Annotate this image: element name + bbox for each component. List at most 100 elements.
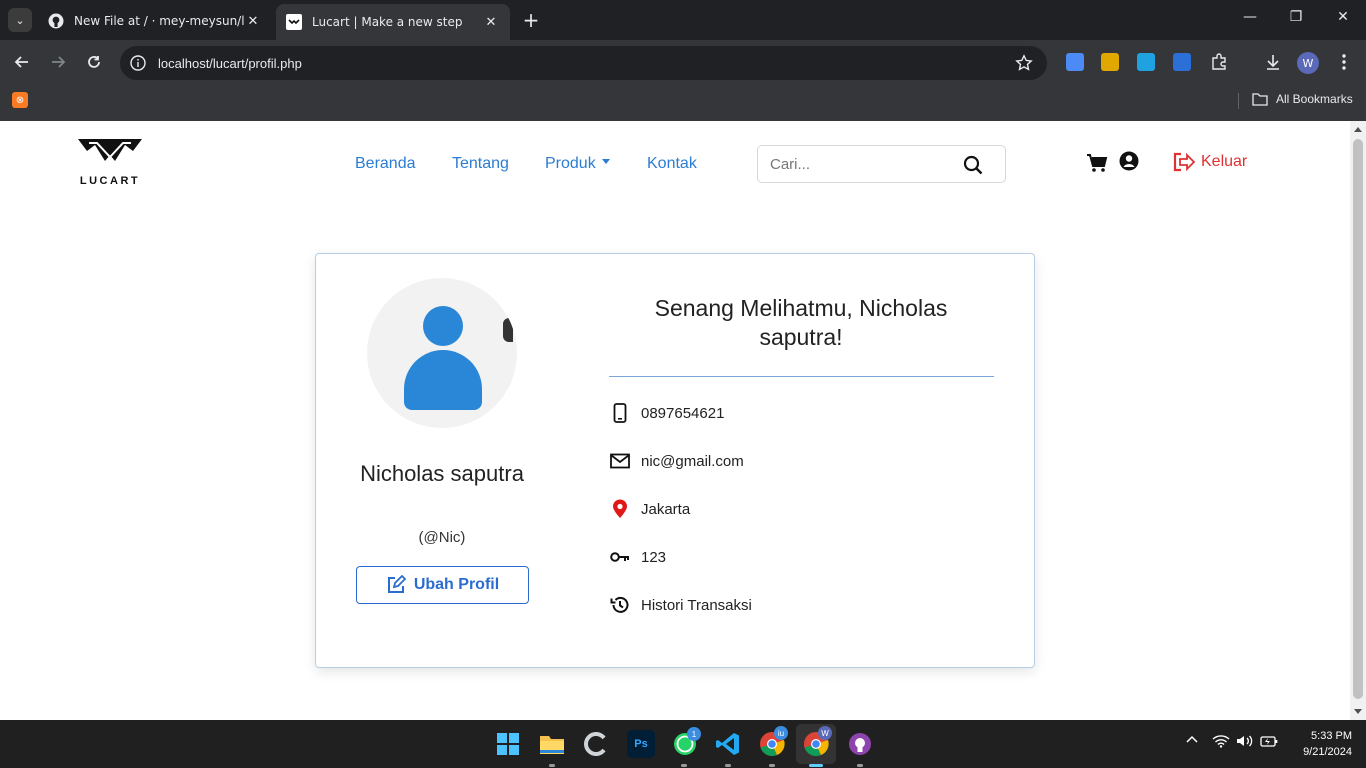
avatar <box>367 278 517 428</box>
lucart-logo-icon <box>78 139 142 161</box>
bookmarks-bar: ⊗ All Bookmarks <box>0 85 1366 121</box>
nav-link-beranda[interactable]: Beranda <box>355 155 416 173</box>
key-icon <box>609 546 631 568</box>
browser-toolbar: localhost/lucart/profil.php <box>0 40 1366 85</box>
search-icon[interactable] <box>963 155 983 175</box>
clock-time: 5:33 PM <box>1311 730 1352 742</box>
cart-icon[interactable] <box>1086 153 1108 173</box>
tab-title: Lucart | Make a new step <box>312 15 463 29</box>
profile-name: Nicholas saputra <box>360 461 524 486</box>
github-desktop-icon[interactable] <box>846 730 874 758</box>
info-row-phone: 0897654621 <box>609 402 724 424</box>
restore-button[interactable]: ❐ <box>1286 9 1306 25</box>
download-icon[interactable] <box>1262 51 1284 73</box>
edit-profile-button[interactable]: Ubah Profil <box>356 566 529 604</box>
forward-button[interactable] <box>47 51 69 73</box>
scroll-up-arrow-icon[interactable] <box>1354 127 1362 132</box>
all-bookmarks-label: All Bookmarks <box>1276 92 1353 106</box>
battery-icon[interactable] <box>1260 734 1278 751</box>
map-pin-icon <box>609 498 631 520</box>
browser-profile-avatar[interactable]: W <box>1297 52 1319 74</box>
file-explorer-icon[interactable] <box>538 730 566 758</box>
volume-icon[interactable] <box>1236 734 1254 751</box>
phone-icon <box>609 402 631 424</box>
address-bar[interactable]: localhost/lucart/profil.php <box>120 46 1047 80</box>
avatar-body <box>404 350 482 410</box>
window-close-button[interactable]: ✕ <box>1333 9 1353 25</box>
close-icon[interactable]: ✕ <box>482 15 500 30</box>
info-row-password: 123 <box>609 546 666 568</box>
info-row-history[interactable]: Histori Transaksi <box>609 594 752 616</box>
nav-dropdown-label: Produk <box>545 155 596 172</box>
folder-icon <box>1252 93 1268 106</box>
search-input[interactable] <box>770 155 950 173</box>
running-indicator <box>769 764 775 767</box>
history-icon <box>609 594 631 616</box>
phone-value: 0897654621 <box>641 404 725 422</box>
windows-start-icon[interactable] <box>494 730 522 758</box>
minimize-button[interactable]: — <box>1240 9 1260 25</box>
user-account-icon[interactable] <box>1119 151 1139 171</box>
github-icon <box>48 13 64 29</box>
browser-tab-bar: ⌄ New File at / · mey-meysun/lucart ✕ Lu… <box>0 0 1366 40</box>
back-button[interactable] <box>11 51 33 73</box>
site-info-icon[interactable] <box>130 55 146 71</box>
extension-icon[interactable] <box>1137 53 1155 71</box>
logout-icon <box>1173 152 1195 172</box>
edit-icon <box>387 575 406 593</box>
tab-title: New File at / · mey-meysun/lucart <box>74 14 244 28</box>
docs-extension-icon[interactable] <box>1066 53 1084 71</box>
running-indicator <box>681 764 687 767</box>
logo-text: LUCART <box>79 175 141 187</box>
clock-date: 9/21/2024 <box>1303 746 1352 758</box>
lucart-favicon-icon <box>286 14 302 30</box>
location-value: Jakarta <box>641 500 691 518</box>
scrollbar-thumb[interactable] <box>1353 139 1363 699</box>
running-indicator <box>725 764 731 767</box>
system-clock[interactable]: 5:33 PM 9/21/2024 <box>1290 728 1352 760</box>
tab-github-new-file[interactable]: New File at / · mey-meysun/lucart ✕ <box>38 6 272 36</box>
bookmark-star-icon[interactable] <box>1015 54 1033 72</box>
close-icon[interactable]: ✕ <box>244 14 262 29</box>
tray-chevron-up-icon[interactable] <box>1186 734 1198 749</box>
info-row-location: Jakarta <box>609 498 690 520</box>
divider <box>609 376 994 377</box>
profile-card: Nicholas saputra (@Nic) Ubah Profil Sena… <box>315 253 1035 668</box>
windows-taskbar: Ps 1 iu W 5:33 PM 9/21/2024 <box>0 720 1366 768</box>
caret-down-icon <box>601 159 610 165</box>
page-scrollbar[interactable] <box>1350 121 1366 720</box>
tab-lucart[interactable]: Lucart | Make a new step ✕ <box>276 4 510 40</box>
lucart-logo[interactable]: LUCART <box>75 135 145 189</box>
running-indicator <box>549 764 555 767</box>
new-tab-button[interactable]: + <box>520 8 542 32</box>
extensions-puzzle-icon[interactable] <box>1208 51 1230 73</box>
notification-badge: 1 <box>687 727 701 741</box>
greeting-heading: Senang Melihatmu, Nicholas saputra! <box>654 295 948 350</box>
vscode-icon[interactable] <box>714 730 742 758</box>
all-bookmarks-button[interactable]: All Bookmarks <box>1252 92 1353 106</box>
scroll-down-arrow-icon[interactable] <box>1354 709 1362 714</box>
wifi-icon[interactable] <box>1212 734 1230 751</box>
xampp-bookmark-icon[interactable]: ⊗ <box>12 92 28 108</box>
edit-profile-label: Ubah Profil <box>413 576 500 593</box>
nav-link-kontak[interactable]: Kontak <box>647 155 697 173</box>
divider <box>1238 93 1239 109</box>
nav-dropdown-produk[interactable]: Produk <box>545 155 610 173</box>
tab-search-menu-button[interactable]: ⌄ <box>8 8 32 32</box>
reload-button[interactable] <box>83 51 105 73</box>
profile-handle: (@Nic) <box>418 529 466 546</box>
photoshop-icon[interactable]: Ps <box>627 730 655 758</box>
browser-menu-icon[interactable] <box>1333 51 1355 73</box>
page-viewport: LUCART Beranda Tentang Produk Kontak Kel… <box>0 121 1350 720</box>
history-link[interactable]: Histori Transaksi <box>641 597 752 614</box>
avatar-decoration <box>503 318 513 342</box>
active-indicator <box>809 764 823 767</box>
profile-badge: W <box>818 726 832 740</box>
ccleaner-icon[interactable] <box>582 730 610 758</box>
extension-icon[interactable] <box>1173 53 1191 71</box>
nav-link-tentang[interactable]: Tentang <box>452 155 509 173</box>
url-text: localhost/lucart/profil.php <box>158 55 302 71</box>
logout-link[interactable]: Keluar <box>1173 152 1247 172</box>
info-row-email: nic@gmail.com <box>609 450 744 472</box>
extension-icon[interactable] <box>1101 53 1119 71</box>
